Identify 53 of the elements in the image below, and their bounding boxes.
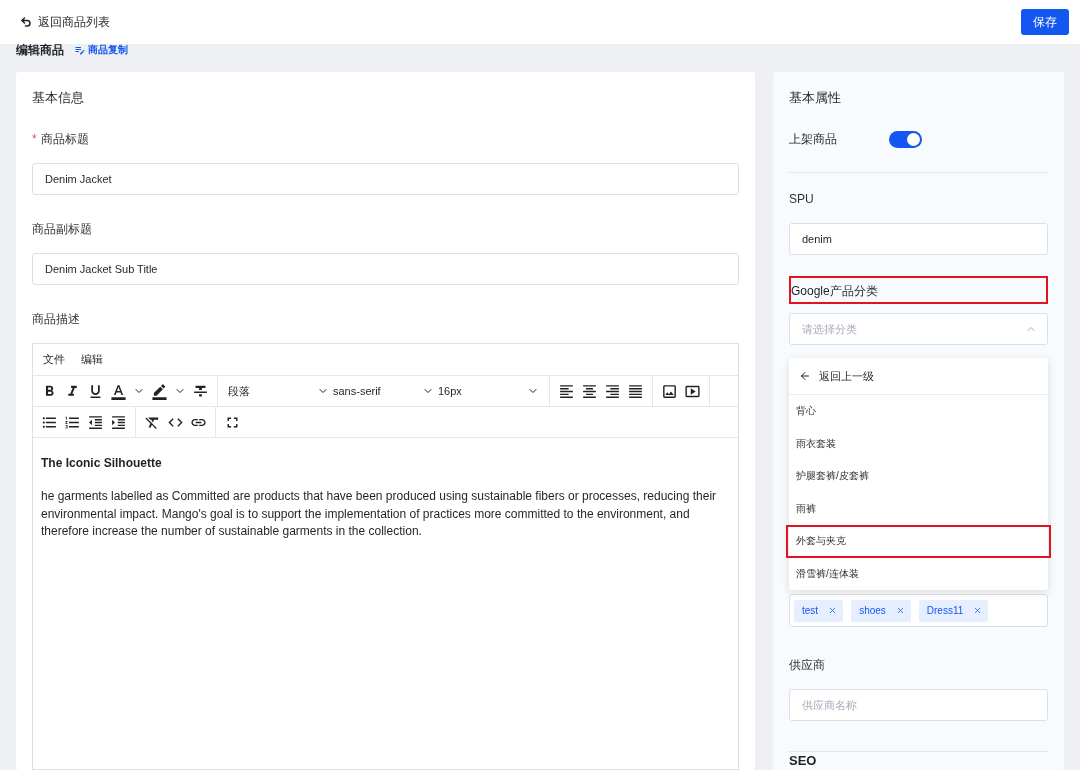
section-heading: SEO	[789, 753, 818, 768]
menu-item[interactable]: 文件	[43, 352, 65, 367]
save-button[interactable]: 保存	[1021, 9, 1069, 35]
back-arrow-icon	[799, 370, 811, 382]
section-heading: 基本属性	[789, 89, 842, 107]
close-icon[interactable]	[973, 606, 983, 615]
tag: Dress11	[918, 599, 989, 622]
field-label: 商品副标题	[32, 221, 92, 238]
content-paragraph: he garments labelled as Committed are products that have been produced using sustainable fibers or processes, reducing their environmental impact. Mango's goal is to support the implementation of practices more committed to the environment, and therefore increase the number of sustainable garments in the collection.	[41, 488, 718, 540]
align-justify-icon[interactable]	[627, 382, 644, 400]
field-label: 供应商	[789, 657, 825, 674]
copy-product-link[interactable]: 商品复制	[74, 43, 128, 57]
highlighter-icon[interactable]	[151, 382, 168, 400]
dropdown-option[interactable]: 滑雪裤/连体装	[786, 557, 1051, 590]
publish-toggle[interactable]	[889, 130, 922, 148]
back-option[interactable]: 返回上一级	[789, 358, 1048, 395]
field-label: 上架商品	[789, 130, 837, 148]
indent-icon[interactable]	[110, 413, 127, 431]
align-right-icon[interactable]	[604, 382, 621, 400]
input-field[interactable]: 供应商名称	[789, 689, 1048, 721]
dropdown-option[interactable]: 外套与夹克	[786, 525, 1051, 558]
dropdown-option[interactable]: 雨衣套装	[786, 427, 1051, 460]
align-center-icon[interactable]	[581, 382, 598, 400]
input-field[interactable]: Denim Jacket	[32, 163, 739, 195]
tags-field[interactable]: test shoes Dress11	[789, 594, 1048, 627]
tag: test	[794, 599, 844, 622]
close-icon[interactable]	[828, 606, 838, 615]
back-link[interactable]: 返回商品列表	[20, 13, 110, 31]
field-label: Google产品分类	[789, 276, 1048, 304]
page-title: 编辑商品	[16, 41, 64, 59]
back-arrow-icon	[20, 16, 32, 28]
field-label: 商品描述	[32, 311, 80, 328]
input-field[interactable]: Denim Jacket Sub Title	[32, 253, 739, 285]
dropdown-option[interactable]: 背心	[786, 395, 1051, 428]
field-label: 商品标题	[40, 131, 89, 148]
align-left-icon[interactable]	[558, 382, 575, 400]
outdent-icon[interactable]	[87, 413, 104, 431]
format-select[interactable]: 段落	[226, 383, 331, 399]
note-icon	[74, 44, 86, 56]
close-icon[interactable]	[895, 606, 905, 615]
dropdown-option[interactable]: 护腿套裤/皮套裤	[786, 460, 1051, 493]
input-field[interactable]: denim	[789, 223, 1048, 255]
dropdown-option[interactable]: 雨裤	[786, 492, 1051, 525]
content-heading: The Iconic Silhouette	[41, 456, 163, 470]
field-label: SPU	[789, 191, 814, 208]
image-icon[interactable]	[661, 382, 678, 400]
format-select[interactable]: 16px	[436, 385, 541, 397]
required-mark: *	[32, 131, 37, 148]
menu-item[interactable]: 编辑	[81, 352, 103, 367]
text-color-icon[interactable]	[110, 382, 127, 400]
format-select[interactable]: sans-serif	[331, 385, 436, 397]
tag: shoes	[851, 599, 911, 622]
section-heading: 基本信息	[32, 89, 85, 107]
